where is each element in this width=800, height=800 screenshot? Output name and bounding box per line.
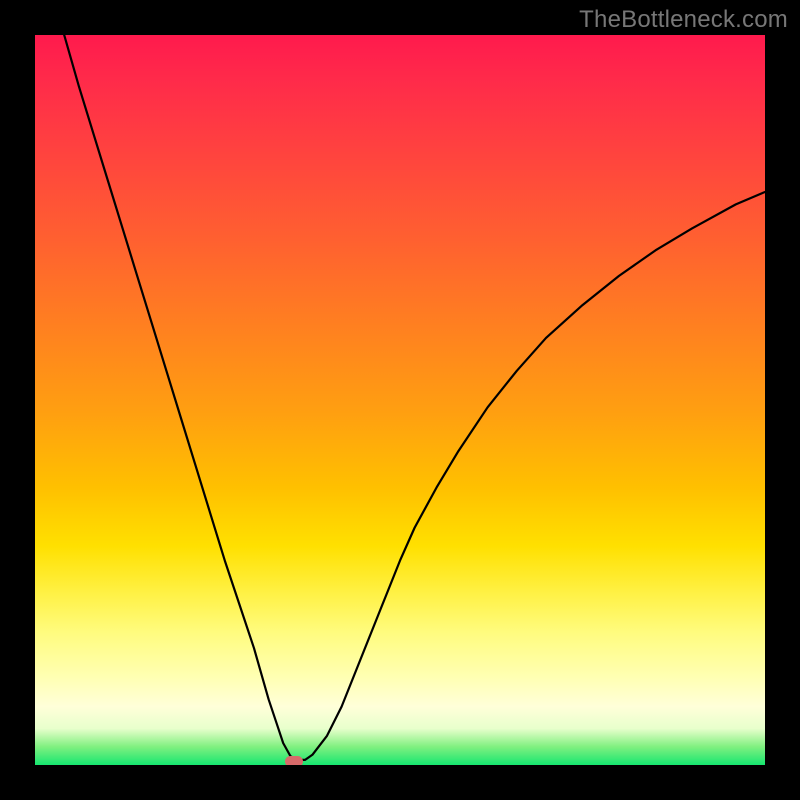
bottleneck-curve <box>35 35 765 765</box>
plot-area <box>35 35 765 765</box>
optimum-marker <box>285 756 303 765</box>
watermark-text: TheBottleneck.com <box>579 6 788 34</box>
chart-frame: TheBottleneck.com <box>0 0 800 800</box>
